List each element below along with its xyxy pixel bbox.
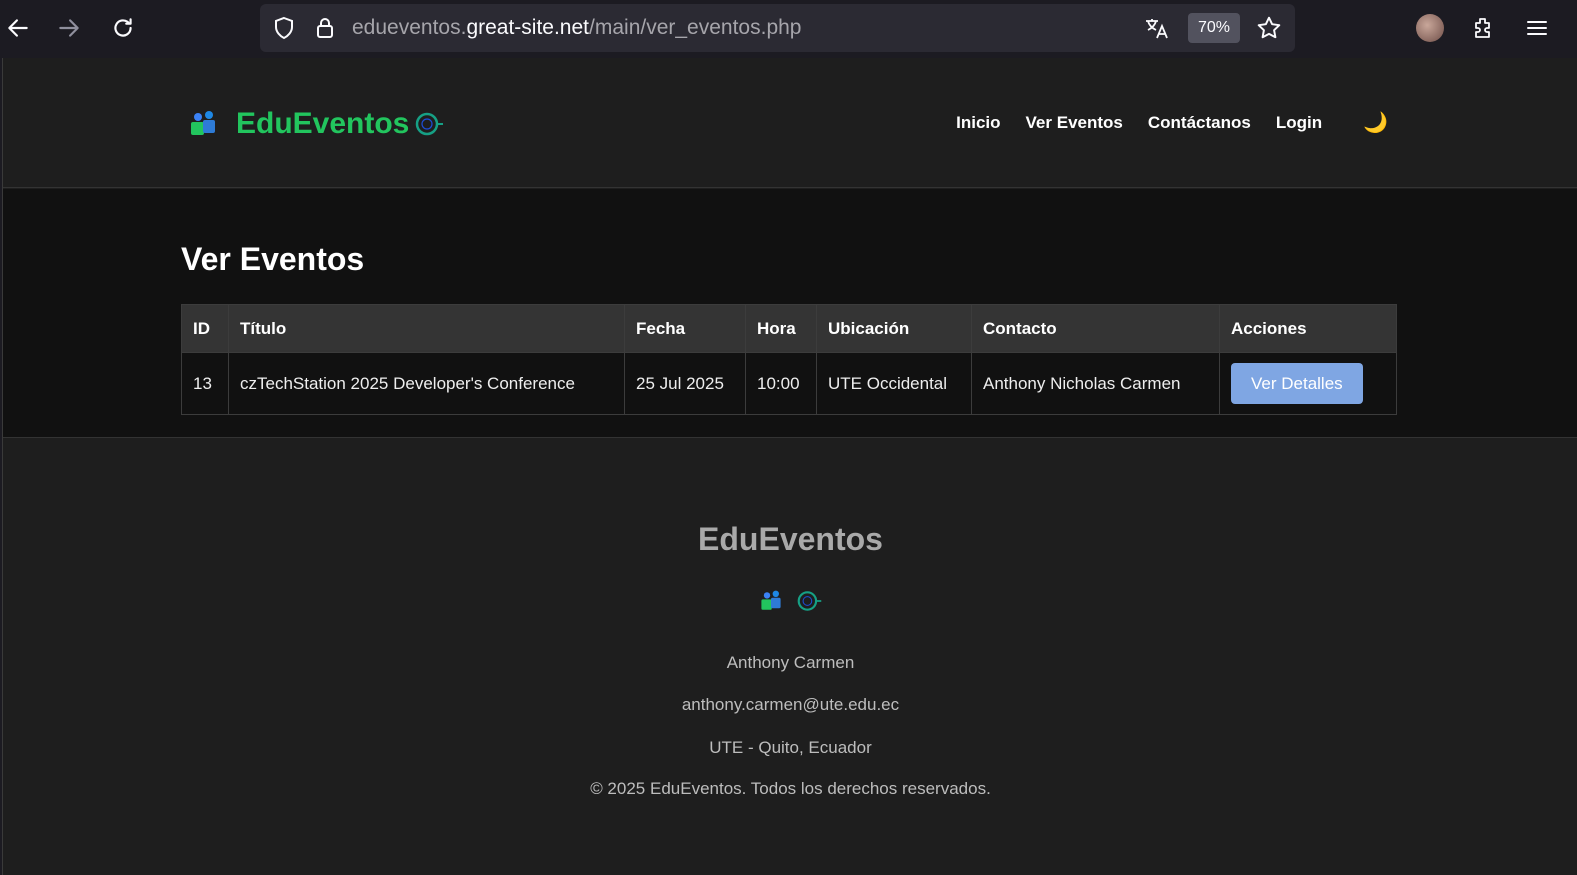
events-table: ID Título Fecha Hora Ubicación Contacto …: [181, 304, 1397, 415]
cell-fecha: 25 Jul 2025: [624, 352, 746, 415]
cell-titulo: czTechStation 2025 Developer's Conferenc…: [228, 352, 625, 415]
people-logo-icon: [760, 590, 781, 610]
extensions-icon[interactable]: [1468, 14, 1498, 42]
events-section: Ver Eventos ID Título Fecha Hora Ubicaci…: [3, 189, 1577, 438]
ver-detalles-button[interactable]: Ver Detalles: [1231, 363, 1363, 404]
footer-author: Anthony Carmen: [726, 653, 855, 672]
reload-icon[interactable]: [105, 10, 141, 46]
main-nav: Inicio Ver Eventos Contáctanos Login 🌙: [956, 110, 1388, 135]
footer-copyright: © 2025 EduEventos. Todos los derechos re…: [590, 779, 991, 798]
cell-acciones: Ver Detalles: [1219, 352, 1397, 415]
url-text[interactable]: edueventos.great-site.net/main/ver_event…: [352, 4, 801, 52]
people-logo-icon: [191, 111, 215, 135]
dark-mode-toggle-icon[interactable]: 🌙: [1363, 110, 1388, 135]
site-footer: EduEventos Anthony Carmen anthony.carmen…: [3, 439, 1577, 875]
column-header-id: ID: [181, 304, 229, 353]
column-header-fecha: Fecha: [624, 304, 746, 353]
cell-hora: 10:00: [745, 352, 817, 415]
back-icon[interactable]: [0, 10, 36, 46]
column-header-acciones: Acciones: [1219, 304, 1397, 353]
ute-logo-icon: [797, 591, 821, 611]
account-avatar[interactable]: [1416, 14, 1444, 42]
brand[interactable]: EduEventos: [188, 102, 445, 146]
cell-contacto: Anthony Nicholas Carmen: [971, 352, 1220, 415]
forward-icon[interactable]: [51, 10, 87, 46]
nav-inicio[interactable]: Inicio: [956, 113, 1000, 133]
cell-id: 13: [181, 352, 229, 415]
lock-icon[interactable]: [312, 14, 338, 42]
translate-icon[interactable]: [1142, 14, 1172, 42]
cell-ubicacion: UTE Occidental: [816, 352, 972, 415]
url-domain: great-site.net: [466, 16, 590, 39]
url-bar[interactable]: edueventos.great-site.net/main/ver_event…: [260, 4, 1295, 52]
table-header-row: ID Título Fecha Hora Ubicación Contacto …: [181, 304, 1397, 353]
url-path: /main/ver_eventos.php: [589, 16, 802, 39]
url-prefix: edueventos.: [352, 16, 467, 39]
shield-icon[interactable]: [270, 14, 298, 42]
browser-toolbar: edueventos.great-site.net/main/ver_event…: [0, 0, 1577, 58]
menu-icon[interactable]: [1522, 14, 1552, 42]
site-header: EduEventos Inicio Ver Eventos Contáctano…: [3, 58, 1577, 188]
footer-location: UTE - Quito, Ecuador: [709, 738, 872, 757]
footer-title: EduEventos: [698, 521, 883, 557]
nav-ver-eventos[interactable]: Ver Eventos: [1026, 113, 1123, 133]
column-header-contacto: Contacto: [971, 304, 1220, 353]
table-row: 13 czTechStation 2025 Developer's Confer…: [181, 352, 1397, 415]
nav-contactanos[interactable]: Contáctanos: [1148, 113, 1251, 133]
brand-name: EduEventos: [236, 107, 410, 140]
column-header-ubicacion: Ubicación: [816, 304, 972, 353]
footer-logos: [3, 589, 1577, 613]
page-title: Ver Eventos: [181, 241, 365, 277]
page-viewport: EduEventos Inicio Ver Eventos Contáctano…: [2, 58, 1577, 875]
ute-logo-icon: [416, 112, 444, 136]
column-header-titulo: Título: [228, 304, 625, 353]
bookmark-star-icon[interactable]: [1254, 14, 1284, 42]
zoom-level-badge[interactable]: 70%: [1188, 13, 1240, 43]
nav-login[interactable]: Login: [1276, 113, 1322, 133]
footer-email: anthony.carmen@ute.edu.ec: [681, 695, 900, 714]
column-header-hora: Hora: [745, 304, 817, 353]
